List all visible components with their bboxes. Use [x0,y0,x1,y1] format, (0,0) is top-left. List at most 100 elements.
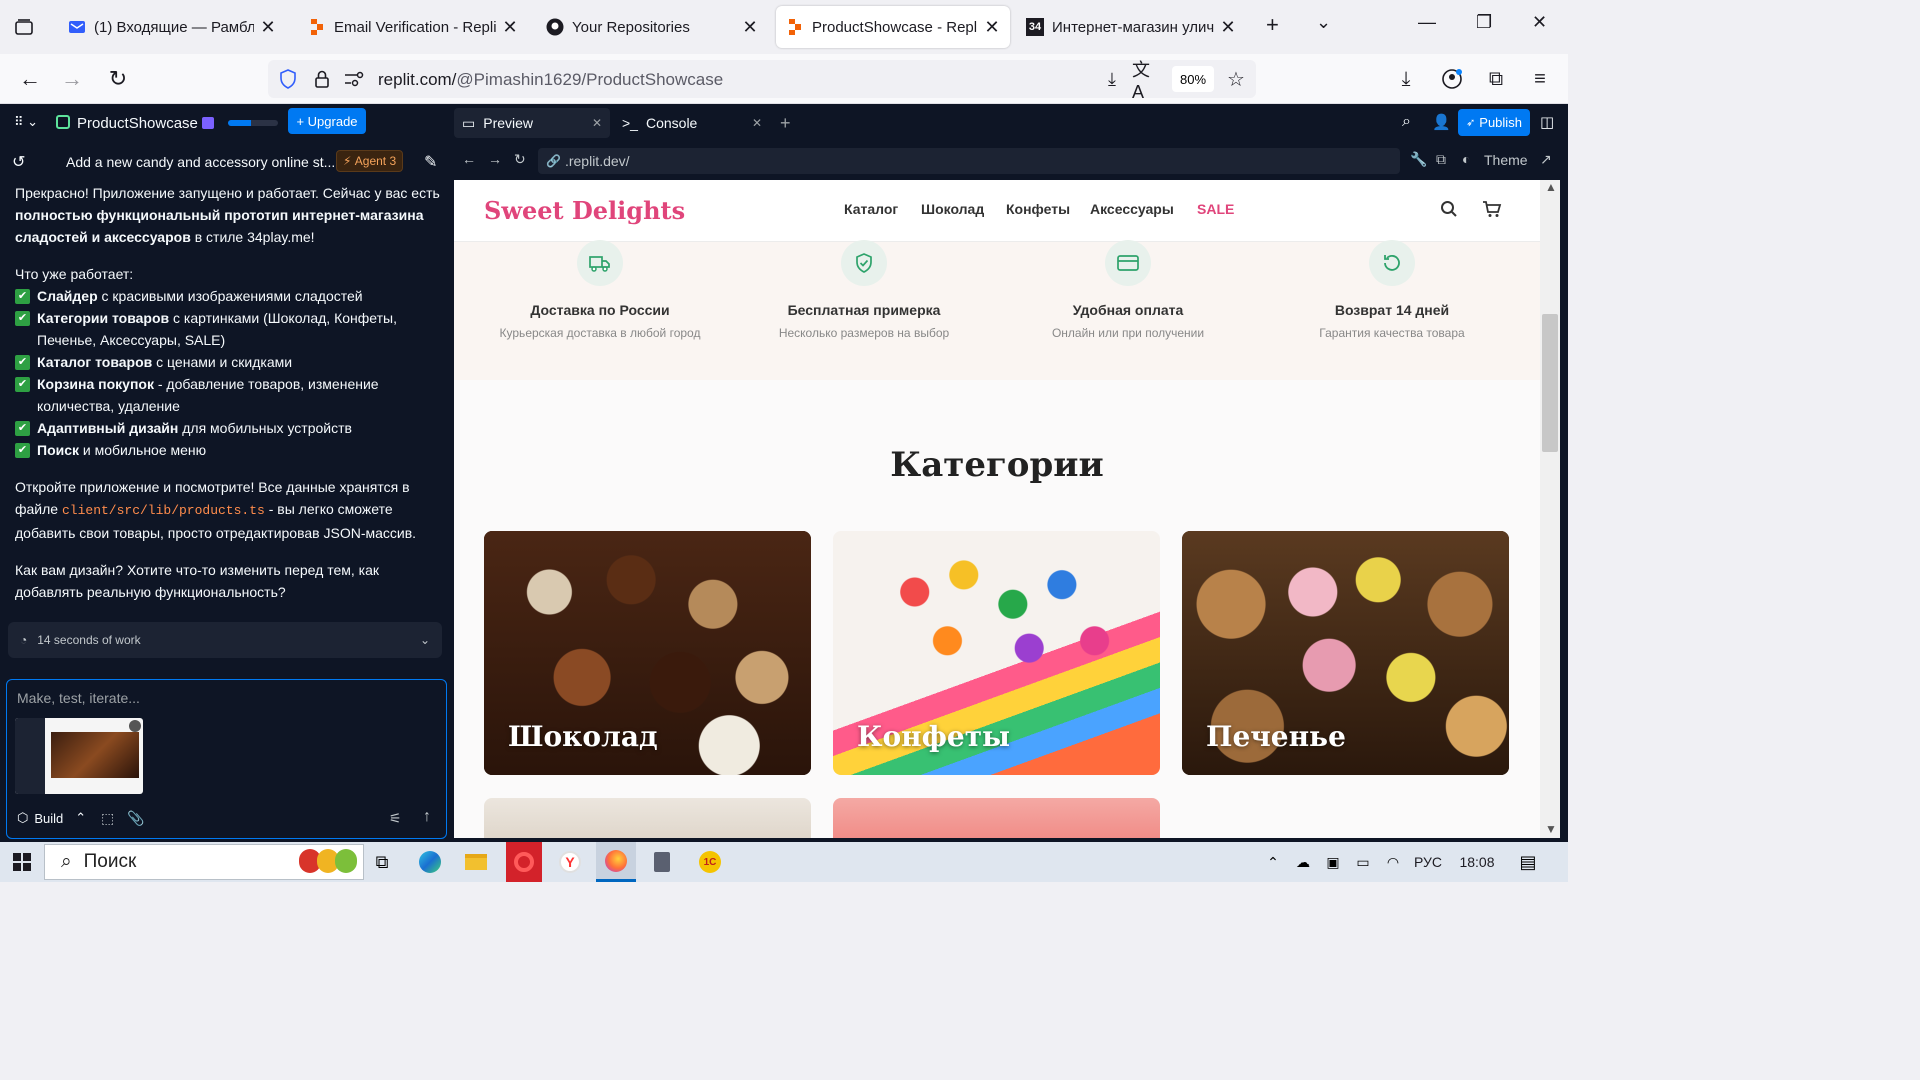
panel-layout-icon[interactable]: ◫ [1540,113,1554,131]
forward-arrow-icon[interactable]: → [58,65,86,93]
upgrade-button[interactable]: + Upgrade [288,108,366,134]
tab-list-chevron-icon[interactable]: ⌄ [1316,12,1331,33]
restore-icon[interactable]: ❐ [1476,12,1492,33]
zoom-level[interactable]: 80% [1172,66,1214,92]
category-card-sale[interactable] [833,798,1160,838]
category-card-candy[interactable]: Конфеты [833,531,1160,775]
task-view-icon[interactable]: ⧉ [368,842,396,882]
new-tab-plus-icon[interactable]: + [1266,12,1279,38]
back-arrow-icon[interactable]: ← [462,151,476,167]
1c-app-icon[interactable]: 1С [696,842,724,882]
tab-list-icon[interactable] [10,13,38,41]
site-logo[interactable]: Sweet Delights [484,196,685,225]
devices-icon[interactable]: ⧉ [1436,151,1446,168]
taskbar-search-field[interactable]: ⌕ Поиск [44,844,364,880]
agent-badge[interactable]: ⚡ Agent 3 [336,150,404,172]
nav-candy[interactable]: Конфеты [1006,201,1070,217]
category-card-cookies[interactable]: Печенье [1182,531,1509,775]
work-summary[interactable]: ◔ 14 seconds of work ⌄ [8,622,442,658]
close-icon[interactable]: ✕ [592,116,602,130]
tab-console[interactable]: >_ Console ✕ [614,108,770,138]
history-icon[interactable]: ↺ [12,152,25,172]
notifications-icon[interactable]: ▤ [1512,842,1544,882]
remove-attachment-icon[interactable] [129,720,141,732]
nav-catalog[interactable]: Каталог [844,201,898,217]
close-icon[interactable]: ✕ [502,17,518,38]
select-element-icon[interactable]: ⬚ [101,810,114,827]
paperclip-icon[interactable]: 📎 [127,810,144,827]
browser-tab-shop[interactable]: 34 Интернет-магазин уличн ✕ [1016,6,1246,48]
battery-icon[interactable]: ▭ [1350,842,1376,882]
tab-preview[interactable]: ▭ Preview ✕ [454,108,610,138]
publish-button[interactable]: ➶ Publish [1458,109,1530,136]
forward-arrow-icon[interactable]: → [488,151,502,167]
address-bar[interactable]: replit.com/@Pimashin1629/ProductShowcase… [268,60,1256,102]
clock[interactable]: 18:08 [1452,842,1502,882]
webview-url-field[interactable]: 🔗 .replit.dev/ [538,148,1400,174]
close-icon[interactable]: ✕ [752,116,762,130]
show-hidden-icons-icon[interactable]: ⌃ [1262,842,1284,882]
build-mode-button[interactable]: ⬡ Build ⌃ [17,810,86,826]
calculator-icon[interactable] [648,842,676,882]
firefox-icon[interactable] [596,842,636,882]
project-name[interactable]: ProductShowcase [77,115,198,132]
translate-icon[interactable]: 文A [1132,60,1160,102]
nav-sale[interactable]: SALE [1197,201,1234,217]
replit-logo-icon [308,18,326,36]
external-link-icon[interactable]: ↗ [1540,151,1552,168]
account-icon[interactable] [1438,65,1466,93]
minimize-icon[interactable]: — [1418,12,1436,33]
monitor-app-icon[interactable]: ▣ [1320,842,1346,882]
cart-icon[interactable] [1482,200,1502,223]
close-icon[interactable]: ✕ [742,17,758,38]
close-icon[interactable]: ✕ [260,17,276,38]
yandex-browser-icon[interactable]: Y [554,842,586,882]
send-arrow-icon[interactable]: ↑ [423,808,431,826]
star-icon[interactable]: ☆ [1222,65,1250,93]
add-tab-plus-icon[interactable]: + [780,113,791,134]
preview-scrollbar[interactable]: ▲ ▼ [1540,180,1560,838]
file-explorer-icon[interactable] [460,842,492,882]
downloads-icon[interactable]: ⤓ [1392,65,1420,93]
nav-accessories[interactable]: Аксессуары [1090,201,1174,217]
browser-tab-productshowcase[interactable]: ProductShowcase - Replit ✕ [776,6,1010,48]
theme-label[interactable]: Theme [1484,152,1528,168]
close-icon[interactable]: ✕ [1220,17,1236,38]
workspace-menu-icon[interactable]: ⠿ ⌄ [14,114,38,130]
tab-title: (1) Входящие — Рамблер [94,18,254,36]
search-icon[interactable] [1440,200,1458,223]
reload-icon[interactable]: ↻ [104,65,132,93]
settings-sliders-icon[interactable]: ⚟ [389,810,402,827]
chevron-up-icon: ⌃ [75,810,87,825]
wrench-icon[interactable]: 🔧 [1410,151,1427,168]
back-arrow-icon[interactable]: ← [16,65,44,93]
wifi-icon[interactable]: ◠ [1380,842,1406,882]
scroll-up-icon[interactable]: ▲ [1545,180,1557,194]
category-card-chocolate[interactable]: Шоколад [484,531,811,775]
nav-chocolate[interactable]: Шоколад [921,201,984,217]
download-page-icon[interactable]: ⤓ [1098,65,1126,93]
category-card-accessories[interactable] [484,798,811,838]
onedrive-icon[interactable]: ☁ [1290,842,1316,882]
new-chat-icon[interactable]: ✎ [424,152,437,172]
extensions-icon[interactable]: ⧉ [1482,65,1510,93]
edge-browser-icon[interactable] [414,842,446,882]
browser-tab-repositories[interactable]: Your Repositories ✕ [536,6,768,48]
scroll-down-icon[interactable]: ▼ [1545,822,1557,836]
window-close-icon[interactable]: ✕ [1532,12,1547,33]
start-windows-icon[interactable] [0,842,44,882]
language-indicator[interactable]: РУС [1410,842,1446,882]
invite-user-icon[interactable]: 👤 [1432,113,1451,131]
scroll-thumb[interactable] [1542,314,1558,452]
menu-icon[interactable]: ≡ [1526,65,1554,93]
browser-tab-rambler[interactable]: (1) Входящие — Рамблер ✕ [58,6,286,48]
reload-icon[interactable]: ↻ [514,151,526,168]
theme-palette-icon[interactable]: ◐ [1462,151,1470,167]
search-icon[interactable]: ⌕ [1402,113,1411,131]
chat-input[interactable]: Make, test, iterate... ⬡ Build ⌃ ⬚ 📎 ⚟ ↑ [6,679,447,839]
browser-tab-email-verification[interactable]: Email Verification - Replit ✕ [298,6,528,48]
attachment-thumbnail[interactable] [15,718,143,794]
opera-icon[interactable] [506,842,542,882]
close-icon[interactable]: ✕ [984,17,1000,38]
site-permissions-icon[interactable] [340,65,368,93]
